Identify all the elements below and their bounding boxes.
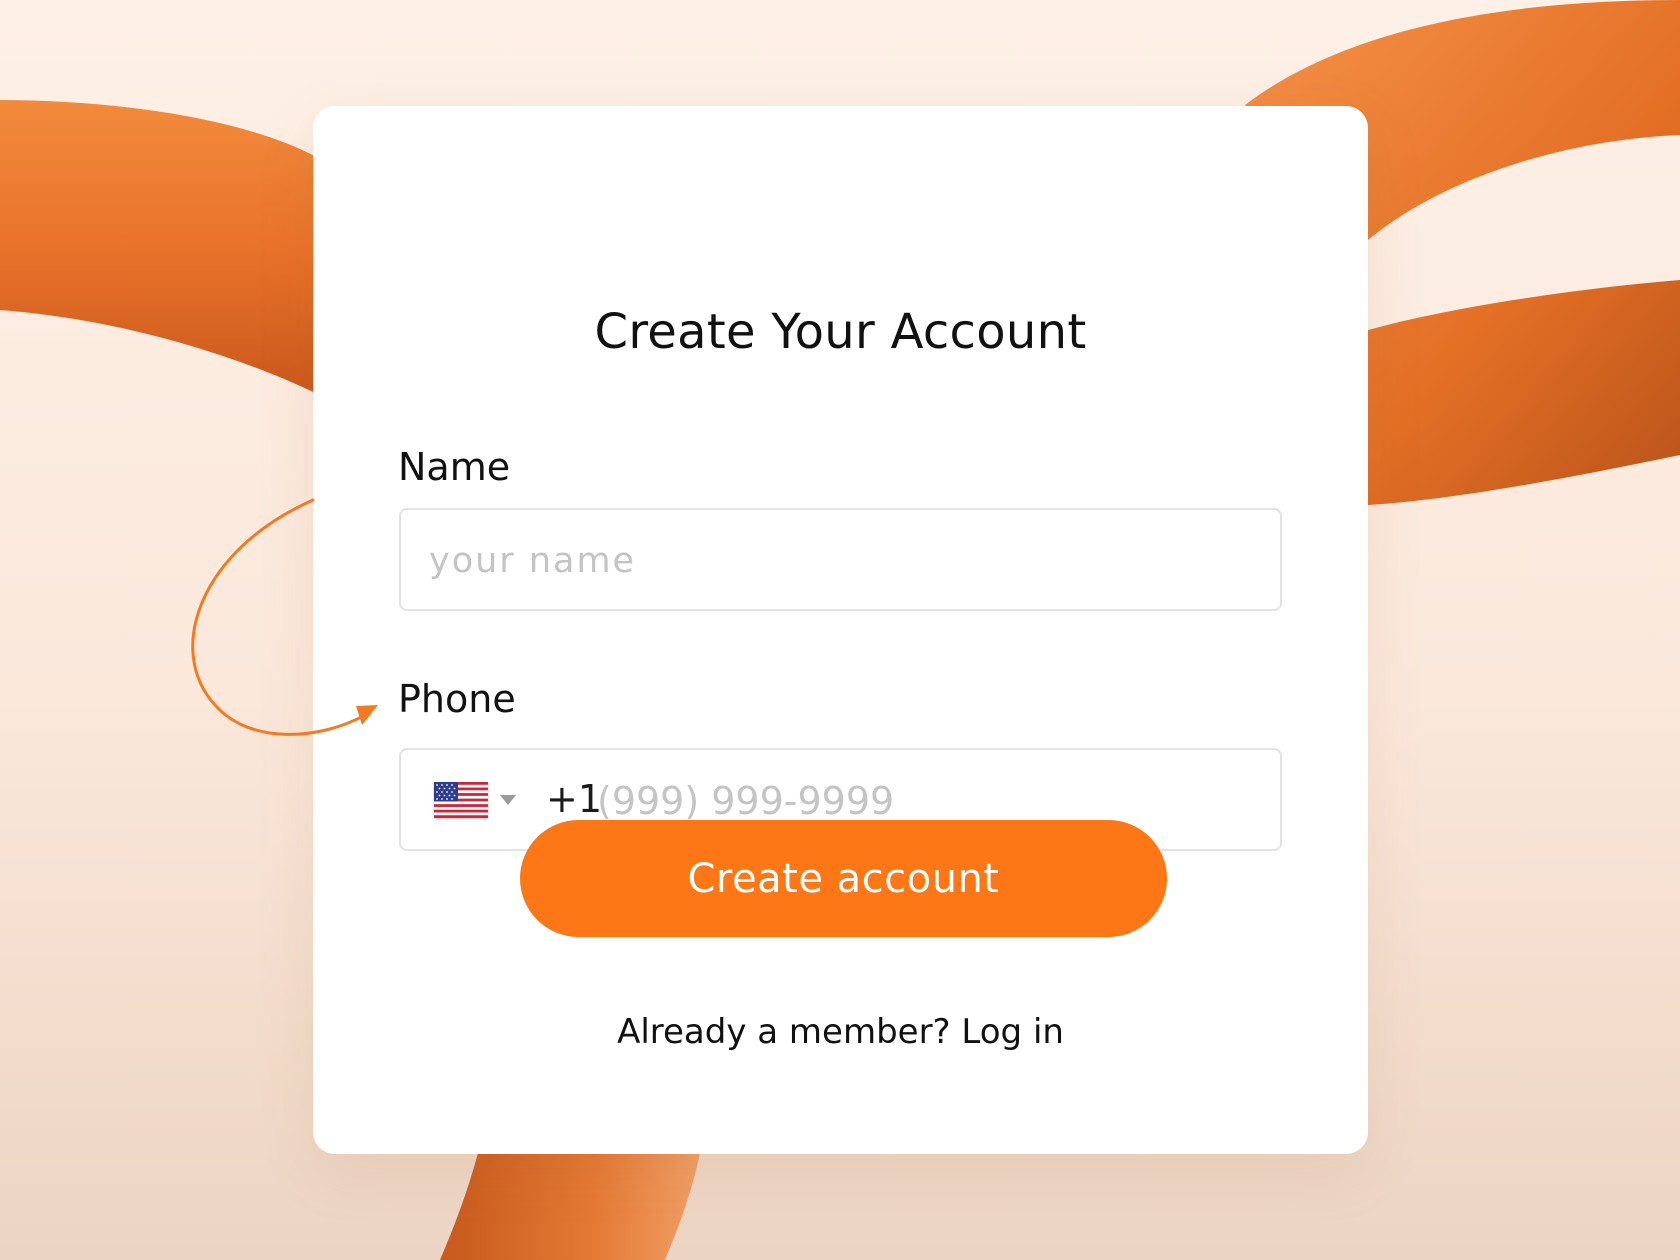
name-label: Name: [398, 445, 511, 489]
chevron-down-icon: [500, 795, 516, 805]
create-account-button[interactable]: Create account: [520, 820, 1167, 937]
country-code-dropdown[interactable]: [434, 781, 520, 819]
page-title: Create Your Account: [594, 304, 1087, 360]
name-input[interactable]: [427, 510, 1261, 611]
dial-code: +1: [546, 777, 603, 821]
login-link[interactable]: Log in: [961, 1012, 1064, 1052]
login-prompt-line: Already a member? Log in: [313, 1011, 1368, 1053]
signup-card: Create Your Account Name Phone: [313, 106, 1368, 1154]
login-prompt-text: Already a member?: [617, 1012, 951, 1052]
name-field: [399, 508, 1282, 611]
phone-label: Phone: [398, 677, 516, 721]
us-flag-icon: [434, 782, 488, 818]
